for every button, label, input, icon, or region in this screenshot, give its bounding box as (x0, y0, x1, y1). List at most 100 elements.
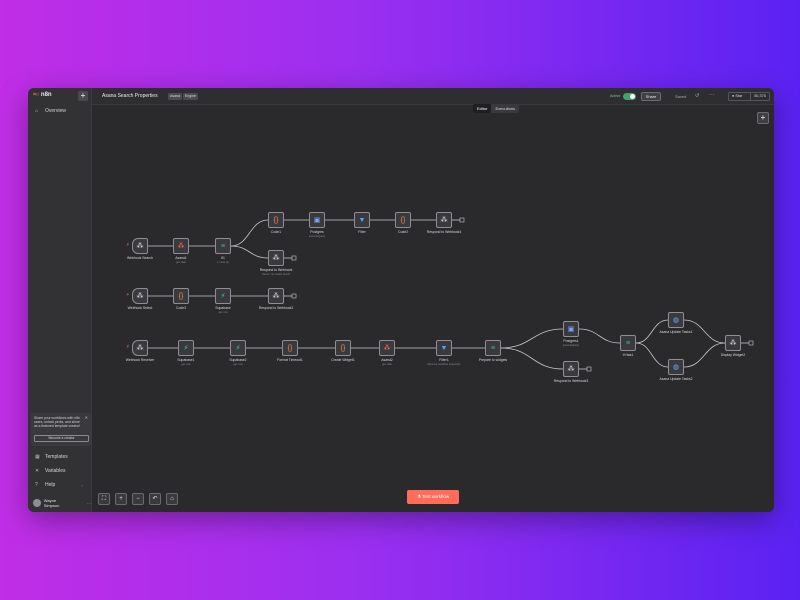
sidebar-item-label: Overview (45, 108, 66, 114)
code-icon: {} (178, 292, 184, 300)
workflow-node[interactable]: ⁂ (268, 288, 284, 304)
sidebar-item-label: Templates (45, 454, 68, 460)
workflow-node[interactable]: ▣ (309, 212, 325, 228)
workflow-node[interactable]: {} (335, 340, 351, 356)
workflow-node[interactable]: {} (173, 288, 189, 304)
workflow-node[interactable]: {} (395, 212, 411, 228)
become-creator-button[interactable]: Become a creator (34, 435, 89, 442)
workflow-node[interactable]: ▼ (436, 340, 452, 356)
supabase-icon: ⚡ (220, 293, 226, 300)
workflow-node[interactable]: ⁂ (436, 212, 452, 228)
workflow-node[interactable]: ≡ (215, 238, 231, 254)
app-window: ≈○ n8n + ⌂ Overview Share your workflows… (28, 88, 774, 512)
workflow-node[interactable]: ◍ (668, 312, 684, 328)
close-icon[interactable]: ✕ (85, 415, 88, 420)
if-icon: ≡ (625, 339, 631, 347)
code-icon: {} (340, 344, 346, 352)
workflow-node[interactable]: ⁂ (563, 361, 579, 377)
github-icon: ● (732, 94, 735, 98)
postgres-icon: ▣ (567, 326, 575, 333)
filter-icon: ▼ (440, 344, 448, 352)
add-next-node-handle[interactable] (586, 366, 592, 372)
tag-badge[interactable]: Engine (183, 93, 198, 100)
logo-text: n8n (40, 92, 52, 98)
asana-icon: ⁂ (177, 243, 185, 250)
sidebar-item-label: Help (45, 482, 56, 488)
trigger-bolt-icon: ⚡ (126, 344, 130, 350)
workflow-node[interactable]: ⚡ (178, 340, 194, 356)
workflow-node[interactable]: ⁂ (132, 340, 148, 356)
workflow-canvas[interactable]: Editor Executions + ⁂ ⚡ Webhook Search ⁂ Asa… (92, 104, 774, 512)
code-icon: {} (273, 216, 279, 224)
workflow-node[interactable]: {} (282, 340, 298, 356)
add-next-node-handle[interactable] (291, 255, 297, 261)
zoom-out-button[interactable]: − (132, 493, 144, 505)
github-star-button[interactable]: ● Star 50,375 (728, 92, 770, 101)
tidy-up-button[interactable]: ⌂ (166, 493, 178, 505)
sidebar-item-templates[interactable]: ▦ Templates (35, 454, 68, 460)
tag-badge[interactable]: Asana (168, 93, 182, 100)
active-status-label: Active (610, 94, 621, 98)
trigger-bolt-icon: ⚡ (126, 292, 130, 298)
add-next-node-handle[interactable] (459, 217, 465, 223)
node-label: Asana Update Tasks2 (659, 377, 693, 381)
node-label: Respond to Webhook3 (553, 379, 589, 383)
user-menu[interactable]: Wayne Simpson ··· (33, 498, 91, 508)
undo-button[interactable]: ↶ (149, 493, 161, 505)
workflow-node[interactable]: ≡ (620, 335, 636, 351)
n8n-logo[interactable]: ≈○ n8n (33, 92, 52, 98)
workflow-node[interactable]: ▣ (563, 321, 579, 337)
node-subtitle: Remove workflow properties (427, 362, 461, 366)
user-name: Wayne Simpson (43, 498, 60, 508)
chevron-right-icon: › (81, 482, 83, 488)
workflow-node[interactable]: {} (268, 212, 284, 228)
workflow-node[interactable]: ⁂ (268, 250, 284, 266)
respond-icon: ⁂ (567, 366, 575, 373)
workflow-node[interactable]: ⚡ (215, 288, 231, 304)
if-icon: ≡ (490, 344, 496, 352)
node-label: Supabase1 (177, 358, 195, 362)
workflow-node[interactable]: ⚡ (230, 340, 246, 356)
http-icon: ◍ (672, 317, 680, 324)
more-options-icon[interactable]: ··· (709, 92, 714, 98)
add-next-node-handle[interactable] (291, 293, 297, 299)
workflow-node[interactable]: ⁂ (379, 340, 395, 356)
github-star-label: Star (735, 94, 743, 98)
avatar (33, 499, 41, 507)
sidebar-item-variables[interactable]: ✕ Variables (35, 468, 65, 474)
fit-view-button[interactable]: ⛶ (98, 493, 110, 505)
templates-icon: ▦ (35, 454, 40, 460)
sidebar-item-overview[interactable]: ⌂ Overview (35, 108, 66, 114)
node-label: Display Widget2 (720, 353, 746, 357)
if-icon: ≡ (220, 242, 226, 250)
more-icon[interactable]: ··· (87, 501, 91, 506)
webhook-icon: ⁂ (136, 243, 144, 250)
workflow-node[interactable]: ◍ (668, 359, 684, 375)
node-subtitle: get: row (181, 362, 191, 366)
workflow-node[interactable]: ⁂ (173, 238, 189, 254)
share-button[interactable]: Share (641, 92, 661, 101)
node-subtitle: get: row (233, 362, 243, 366)
respond-icon: ⁂ (729, 340, 737, 347)
workflow-header: Asana Search Properties Asana Engine Act… (92, 88, 774, 105)
add-next-node-handle[interactable] (748, 340, 754, 346)
add-workflow-button[interactable]: + (78, 91, 88, 101)
zoom-in-button[interactable]: + (115, 493, 127, 505)
history-icon[interactable]: ↺ (695, 93, 699, 99)
test-workflow-button[interactable]: ⚗ Test workflow (407, 490, 459, 504)
node-label: Postgres1 (563, 339, 579, 343)
respond-icon: ⁂ (272, 293, 280, 300)
saved-status: Saved (675, 94, 687, 99)
workflow-node[interactable]: ▼ (354, 212, 370, 228)
active-toggle[interactable] (623, 93, 636, 100)
workflow-node[interactable]: ⁂ (725, 335, 741, 351)
workflow-title[interactable]: Asana Search Properties (102, 93, 158, 99)
workflow-node[interactable]: ≡ (485, 340, 501, 356)
node-label: Supabase (215, 306, 231, 310)
node-label: Asana2 (381, 358, 393, 362)
help-icon: ? (35, 482, 38, 488)
workflow-node[interactable]: ⁂ (132, 288, 148, 304)
sidebar-item-help[interactable]: ? Help › (35, 482, 83, 488)
github-star-count: 50,375 (754, 94, 766, 98)
workflow-node[interactable]: ⁂ (132, 238, 148, 254)
